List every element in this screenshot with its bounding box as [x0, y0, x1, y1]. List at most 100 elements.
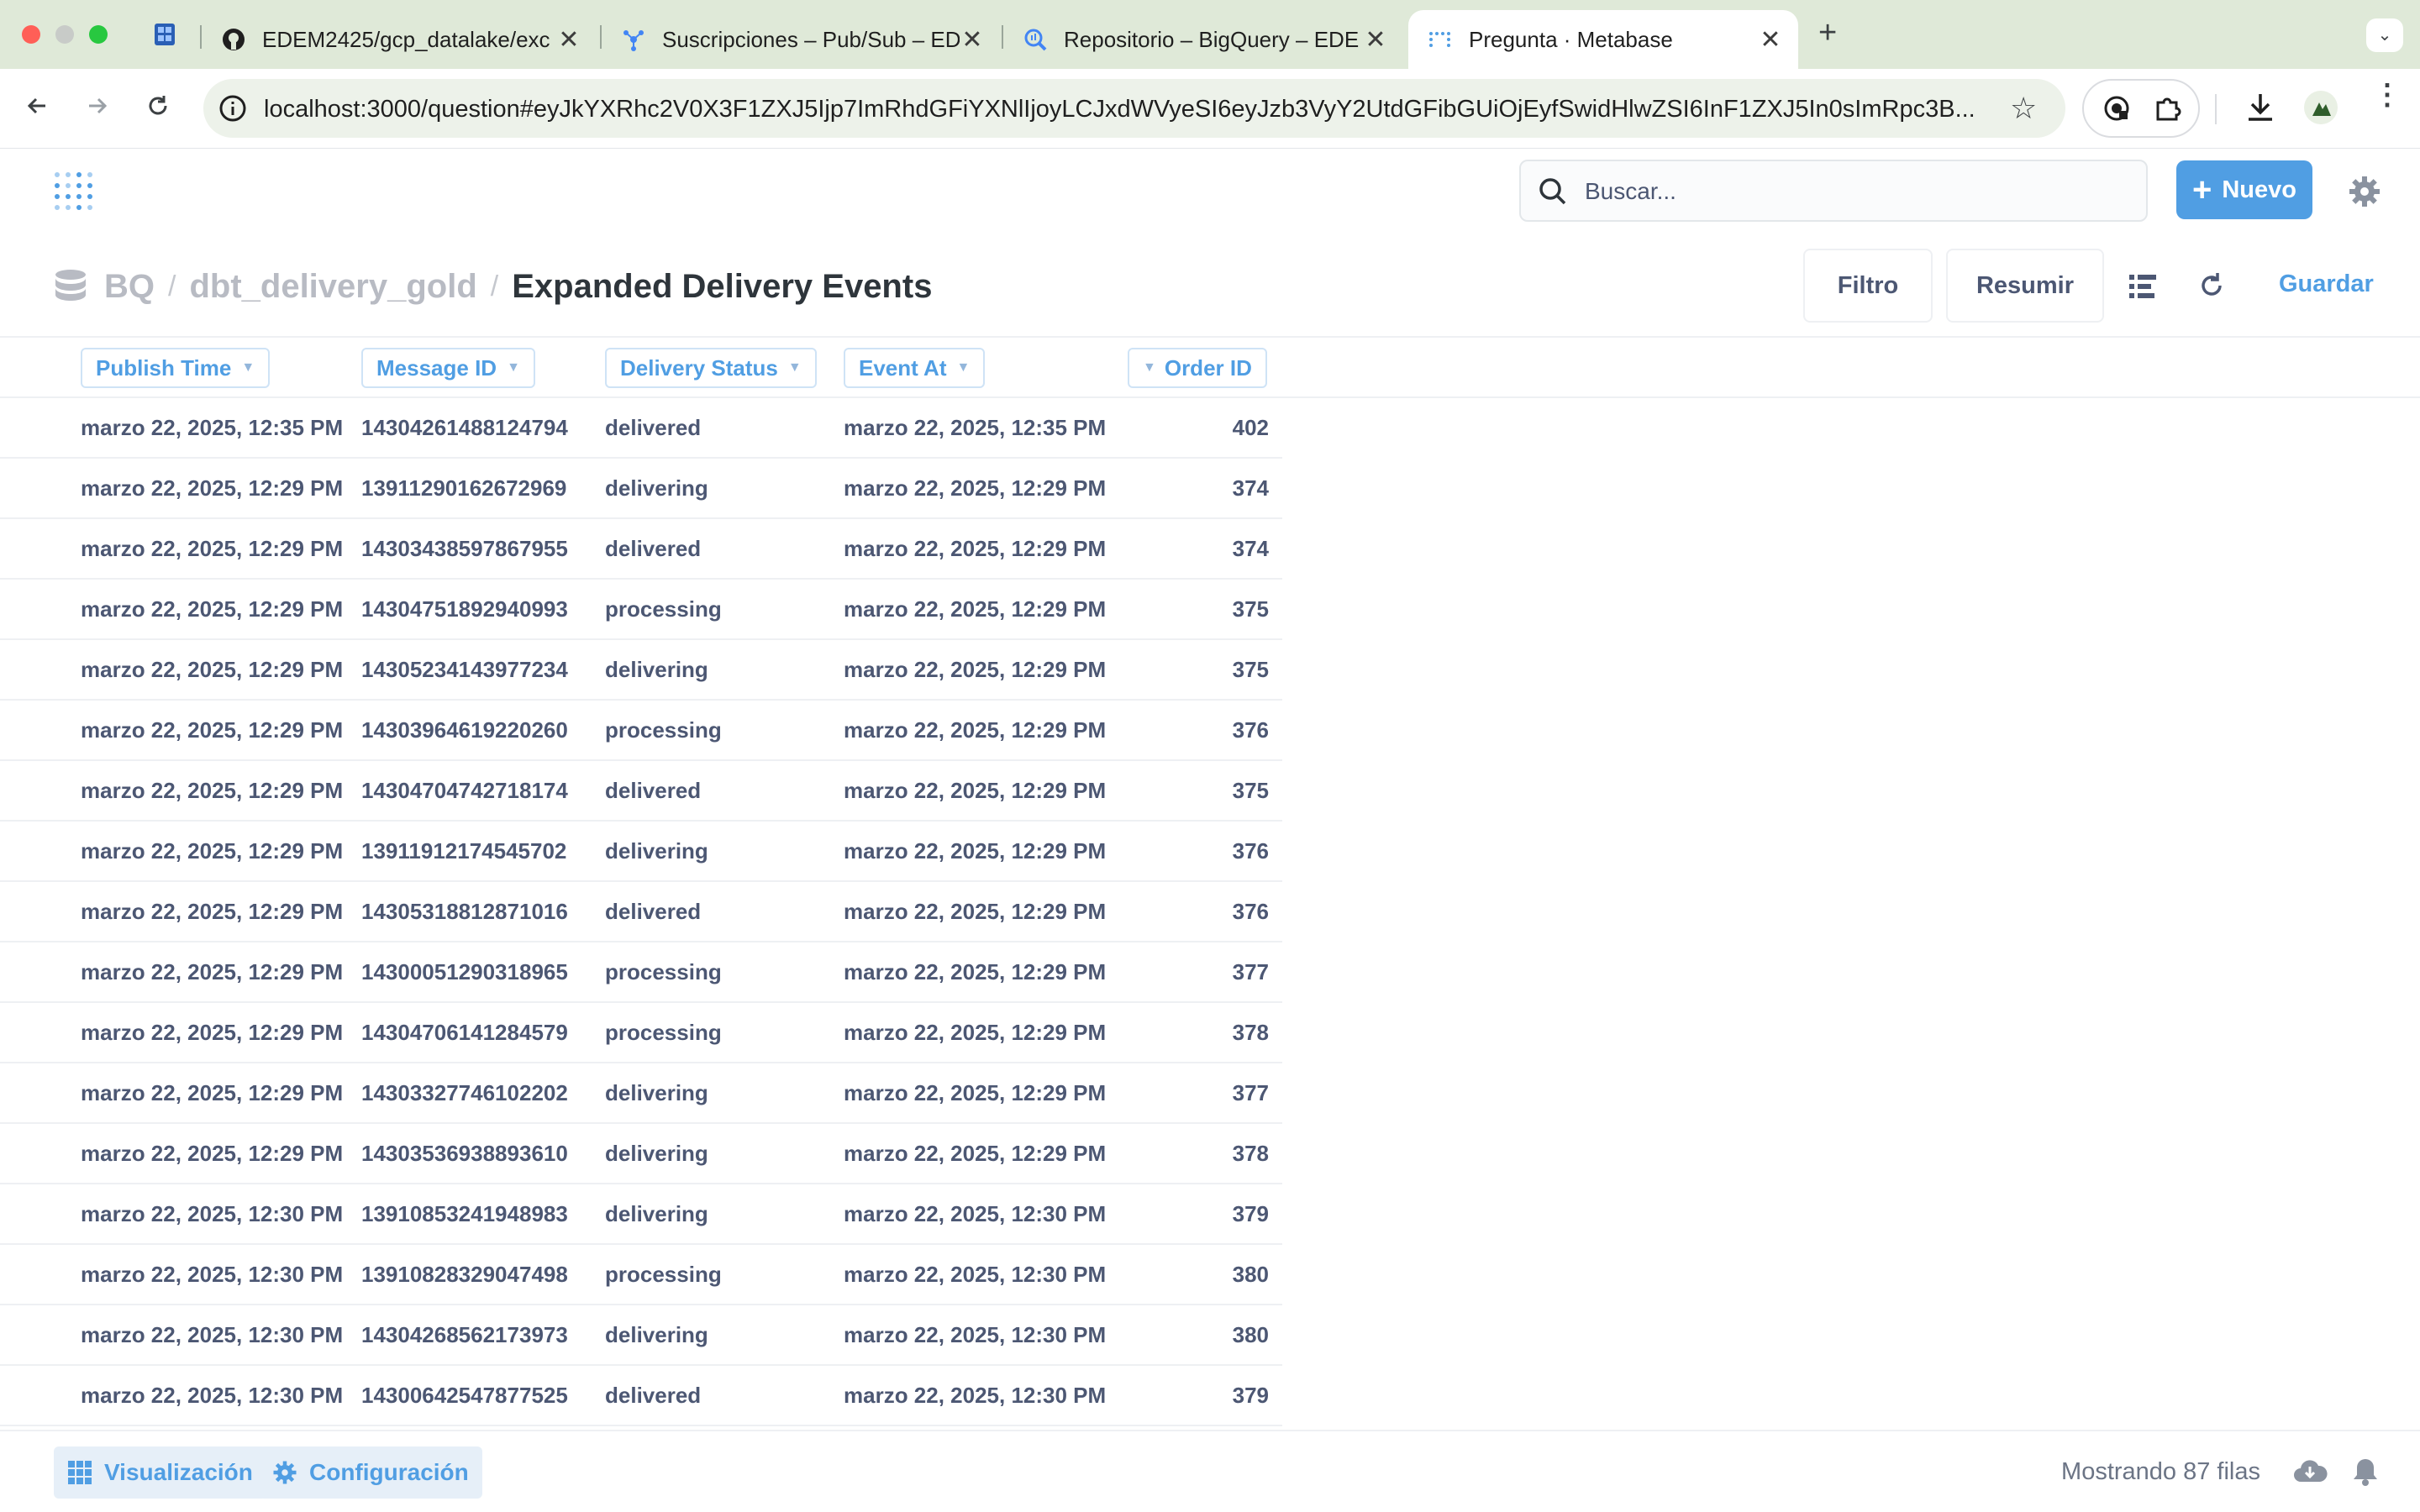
cell-delivery-status[interactable]: processing — [605, 959, 722, 985]
cell-message-id[interactable]: 14303438597867955 — [361, 536, 568, 562]
cell-order-id[interactable]: 380 — [1233, 1322, 1269, 1348]
cell-delivery-status[interactable]: processing — [605, 1020, 722, 1046]
cell-message-id[interactable]: 14303327746102202 — [361, 1080, 568, 1106]
cell-publish-time[interactable]: marzo 22, 2025, 12:30 PM — [81, 1322, 343, 1348]
url-text[interactable]: localhost:3000/question#eyJkYXRhc2V0X3F1… — [264, 96, 2020, 123]
filter-button[interactable]: Filtro — [1803, 249, 1933, 323]
column-header-message-id[interactable]: Message ID ▼ — [361, 348, 535, 388]
cell-order-id[interactable]: 378 — [1233, 1141, 1269, 1167]
minimize-window-button[interactable] — [55, 25, 74, 44]
cell-delivery-status[interactable]: processing — [605, 1262, 722, 1288]
close-tab-icon[interactable]: ✕ — [960, 25, 985, 55]
cell-event-at[interactable]: marzo 22, 2025, 12:29 PM — [844, 717, 1106, 743]
zoom-window-button[interactable] — [89, 25, 108, 44]
notebook-editor-icon[interactable] — [2128, 272, 2158, 305]
cell-event-at[interactable]: marzo 22, 2025, 12:30 PM — [844, 1262, 1106, 1288]
back-icon[interactable] — [20, 92, 54, 126]
table-row[interactable]: marzo 22, 2025, 12:29 PM 1430475189294099… — [0, 580, 1282, 640]
cell-publish-time[interactable]: marzo 22, 2025, 12:29 PM — [81, 475, 343, 501]
cell-message-id[interactable]: 13911290162672969 — [361, 475, 566, 501]
cell-event-at[interactable]: marzo 22, 2025, 12:29 PM — [844, 899, 1106, 925]
cell-delivery-status[interactable]: delivering — [605, 1141, 708, 1167]
browser-tab-metabase[interactable]: Pregunta · Metabase ✕ — [1408, 10, 1798, 69]
cell-message-id[interactable]: 14305318812871016 — [361, 899, 568, 925]
cell-message-id[interactable]: 14300051290318965 — [361, 959, 568, 985]
table-row[interactable]: marzo 22, 2025, 12:29 PM 1430005129031896… — [0, 942, 1282, 1003]
forward-icon[interactable] — [81, 92, 114, 126]
close-tab-icon[interactable]: ✕ — [1758, 25, 1783, 55]
new-button[interactable]: + Nuevo — [2176, 160, 2312, 219]
cell-order-id[interactable]: 376 — [1233, 717, 1269, 743]
cell-message-id[interactable]: 14305234143977234 — [361, 657, 568, 683]
cell-publish-time[interactable]: marzo 22, 2025, 12:29 PM — [81, 1020, 343, 1046]
cell-publish-time[interactable]: marzo 22, 2025, 12:30 PM — [81, 1262, 343, 1288]
cell-message-id[interactable]: 14304261488124794 — [361, 415, 568, 441]
cell-delivery-status[interactable]: delivered — [605, 778, 701, 804]
cell-order-id[interactable]: 402 — [1233, 415, 1269, 441]
table-row[interactable]: marzo 22, 2025, 12:29 PM 1430332774610220… — [0, 1063, 1282, 1124]
close-tab-icon[interactable]: ✕ — [556, 25, 581, 55]
cell-publish-time[interactable]: marzo 22, 2025, 12:30 PM — [81, 1383, 343, 1409]
cell-message-id[interactable]: 14300642547877525 — [361, 1383, 568, 1409]
cell-delivery-status[interactable]: processing — [605, 717, 722, 743]
bookmark-star-icon[interactable]: ☆ — [2010, 91, 2037, 126]
cell-order-id[interactable]: 375 — [1233, 778, 1269, 804]
cell-order-id[interactable]: 379 — [1233, 1201, 1269, 1227]
cell-delivery-status[interactable]: delivered — [605, 1383, 701, 1409]
cell-order-id[interactable]: 377 — [1233, 1080, 1269, 1106]
cell-delivery-status[interactable]: delivering — [605, 475, 708, 501]
cell-publish-time[interactable]: marzo 22, 2025, 12:29 PM — [81, 959, 343, 985]
cell-delivery-status[interactable]: delivered — [605, 899, 701, 925]
cell-event-at[interactable]: marzo 22, 2025, 12:29 PM — [844, 1080, 1106, 1106]
browser-tab-pubsub[interactable]: Suscripciones – Pub/Sub – ED ✕ — [602, 10, 1000, 69]
table-row[interactable]: marzo 22, 2025, 12:29 PM 1430353693889361… — [0, 1124, 1282, 1184]
browser-tab-github[interactable]: EDEM2425/gcp_datalake/exc ✕ — [202, 10, 597, 69]
cell-message-id[interactable]: 13911912174545702 — [361, 838, 566, 864]
settings-button[interactable]: Configuración — [259, 1446, 482, 1499]
table-row[interactable]: marzo 22, 2025, 12:30 PM 1391085324194898… — [0, 1184, 1282, 1245]
new-tab-icon[interactable]: + — [1818, 15, 1837, 51]
cell-event-at[interactable]: marzo 22, 2025, 12:29 PM — [844, 596, 1106, 622]
cell-message-id[interactable]: 13910853241948983 — [361, 1201, 568, 1227]
cell-message-id[interactable]: 14304751892940993 — [361, 596, 568, 622]
download-cloud-icon[interactable] — [2292, 1457, 2328, 1491]
cell-order-id[interactable]: 375 — [1233, 596, 1269, 622]
bell-icon[interactable] — [2351, 1457, 2380, 1491]
cell-message-id[interactable]: 13910828329047498 — [361, 1262, 568, 1288]
summarize-button[interactable]: Resumir — [1946, 249, 2104, 323]
cell-publish-time[interactable]: marzo 22, 2025, 12:29 PM — [81, 1141, 343, 1167]
cell-message-id[interactable]: 14303536938893610 — [361, 1141, 568, 1167]
settings-gear-icon[interactable] — [2348, 175, 2381, 208]
cell-delivery-status[interactable]: delivering — [605, 838, 708, 864]
cell-order-id[interactable]: 374 — [1233, 536, 1269, 562]
cell-publish-time[interactable]: marzo 22, 2025, 12:29 PM — [81, 596, 343, 622]
cell-publish-time[interactable]: marzo 22, 2025, 12:29 PM — [81, 838, 343, 864]
password-manager-icon[interactable] — [2102, 94, 2131, 127]
reload-icon[interactable] — [141, 92, 175, 126]
column-header-publish-time[interactable]: Publish Time ▼ — [81, 348, 271, 388]
column-header-delivery-status[interactable]: Delivery Status ▼ — [605, 348, 817, 388]
cell-event-at[interactable]: marzo 22, 2025, 12:29 PM — [844, 1141, 1106, 1167]
tab-group-icon[interactable] — [153, 22, 176, 47]
table-row[interactable]: marzo 22, 2025, 12:29 PM 1430470474271817… — [0, 761, 1282, 822]
column-header-event-at[interactable]: Event At ▼ — [844, 348, 986, 388]
cell-order-id[interactable]: 380 — [1233, 1262, 1269, 1288]
cell-delivery-status[interactable]: delivering — [605, 1080, 708, 1106]
cell-order-id[interactable]: 378 — [1233, 1020, 1269, 1046]
table-row[interactable]: marzo 22, 2025, 12:29 PM 1430523414397723… — [0, 640, 1282, 701]
cell-delivery-status[interactable]: processing — [605, 596, 722, 622]
cell-delivery-status[interactable]: delivering — [605, 1322, 708, 1348]
refresh-icon[interactable] — [2196, 270, 2227, 305]
cell-publish-time[interactable]: marzo 22, 2025, 12:29 PM — [81, 717, 343, 743]
cell-order-id[interactable]: 379 — [1233, 1383, 1269, 1409]
visualization-button[interactable]: Visualización — [54, 1446, 266, 1499]
cell-publish-time[interactable]: marzo 22, 2025, 12:29 PM — [81, 899, 343, 925]
cell-event-at[interactable]: marzo 22, 2025, 12:30 PM — [844, 1322, 1106, 1348]
cell-order-id[interactable]: 377 — [1233, 959, 1269, 985]
cell-publish-time[interactable]: marzo 22, 2025, 12:29 PM — [81, 778, 343, 804]
extensions-puzzle-icon[interactable] — [2153, 94, 2181, 127]
browser-tab-bigquery[interactable]: Repositorio – BigQuery – EDE ✕ — [1003, 10, 1403, 69]
table-row[interactable]: marzo 22, 2025, 12:29 PM 1430470614128457… — [0, 1003, 1282, 1063]
table-row[interactable]: marzo 22, 2025, 12:29 PM 1430531881287101… — [0, 882, 1282, 942]
save-button[interactable]: Guardar — [2279, 270, 2374, 298]
